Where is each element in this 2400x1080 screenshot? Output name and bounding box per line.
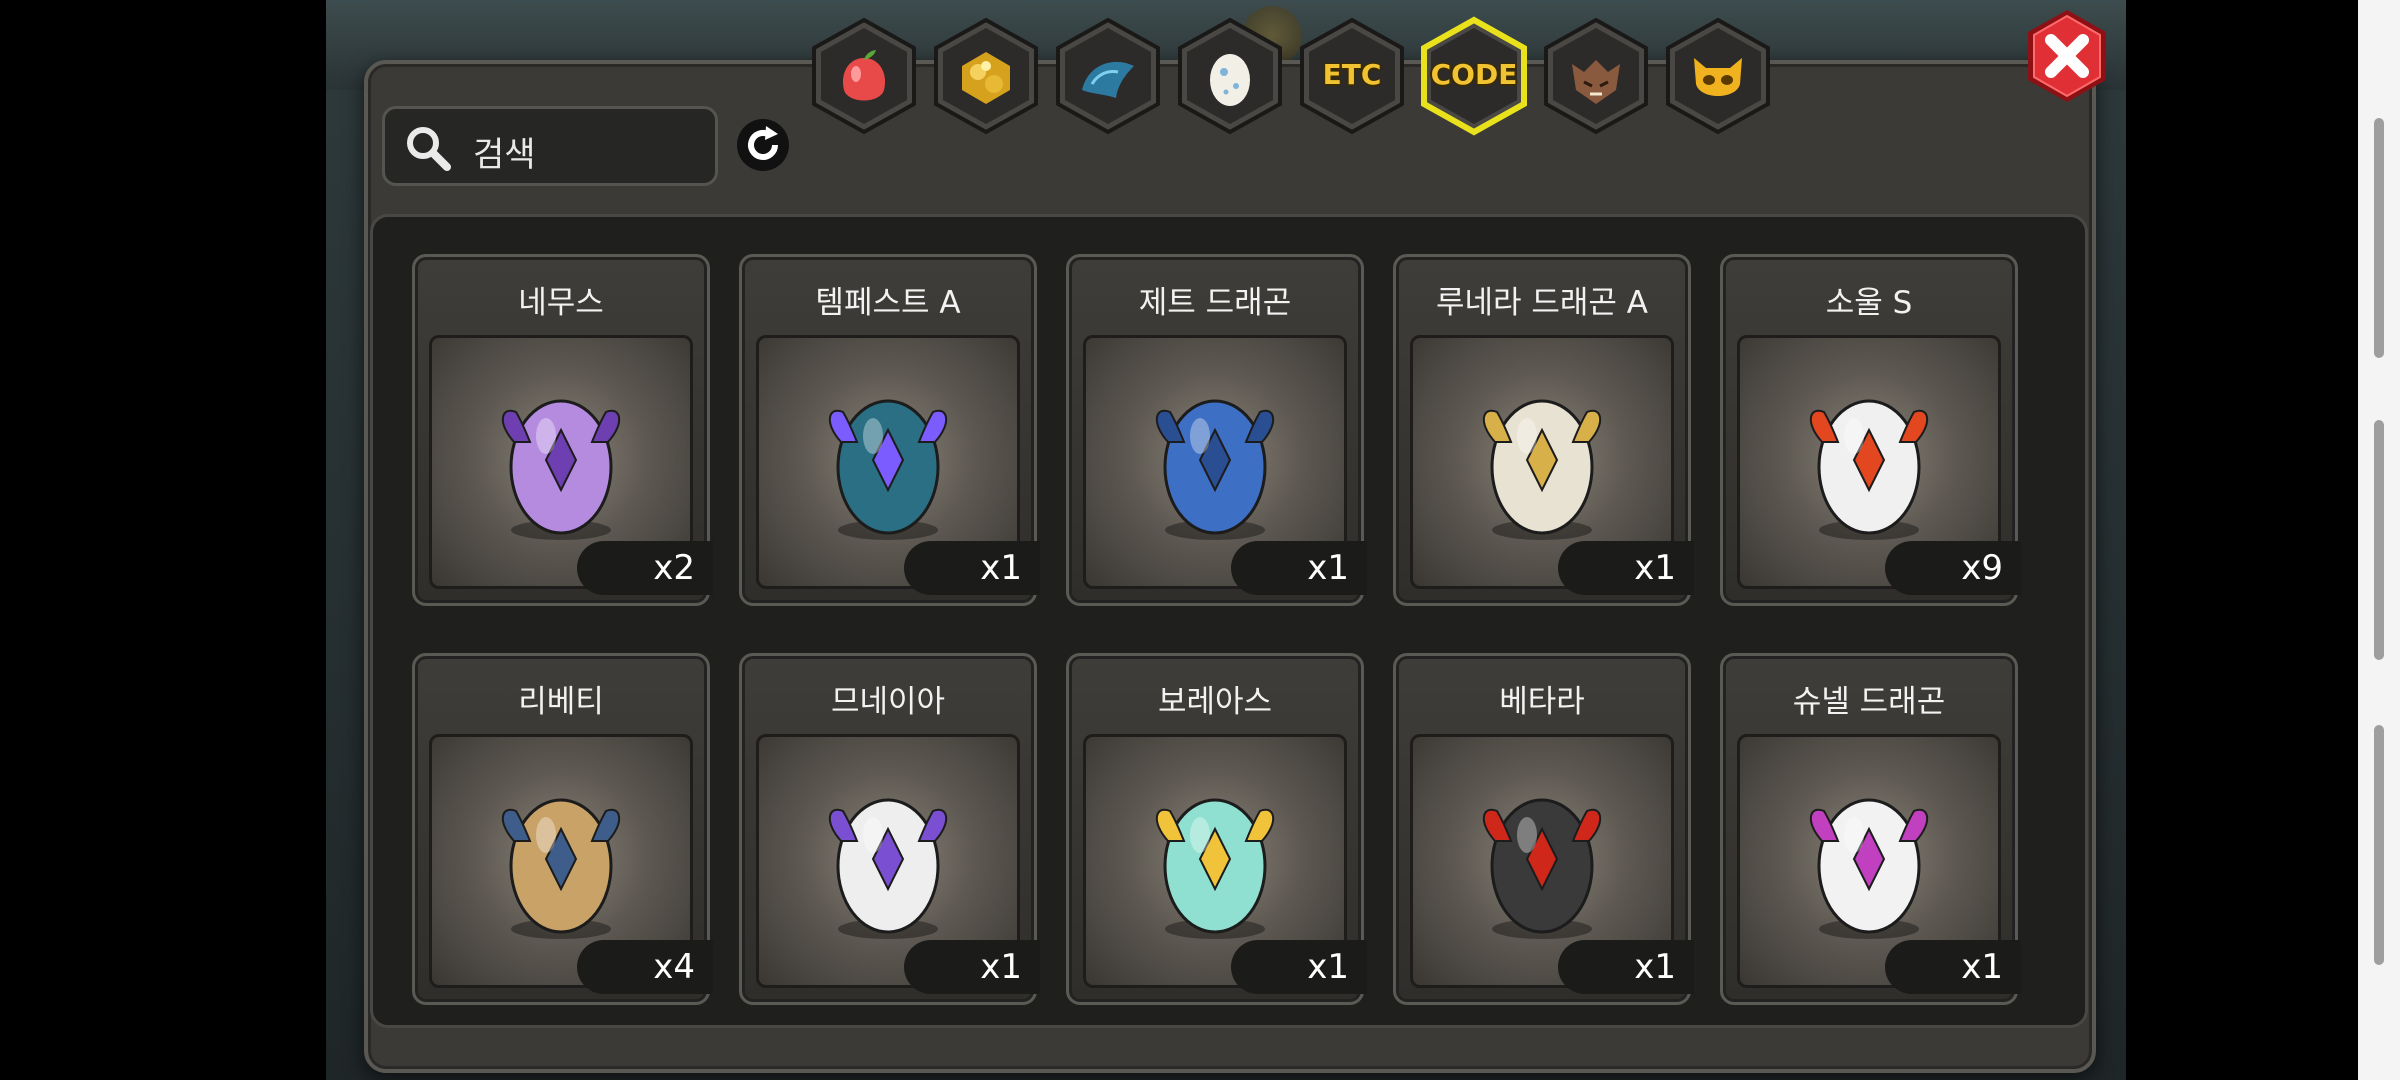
tab-scale[interactable] — [1052, 16, 1164, 136]
tab-beast[interactable] — [1540, 16, 1652, 136]
mask-icon — [1694, 58, 1742, 96]
beast-head-icon — [1572, 60, 1620, 104]
item-card[interactable]: 제트 드래곤 x1 — [1066, 254, 1367, 606]
item-card[interactable]: 템페스트 A x1 — [739, 254, 1040, 606]
fruit-icon — [842, 50, 886, 101]
search-icon — [407, 127, 451, 171]
egg-image — [1483, 399, 1601, 540]
tab-ore[interactable] — [930, 16, 1042, 136]
item-name: 므네이아 — [830, 684, 946, 720]
egg-icon — [1210, 54, 1250, 106]
egg-image — [1483, 798, 1601, 939]
item-card[interactable]: 소울 S x9 — [1720, 254, 2021, 606]
tab-etc[interactable]: ETC — [1296, 16, 1408, 136]
item-card[interactable]: 슈넬 드래곤 x1 — [1720, 653, 2021, 1005]
tab-label: CODE — [1430, 58, 1518, 91]
tab-egg[interactable] — [1174, 16, 1286, 136]
tab-label: ETC — [1322, 58, 1382, 91]
search-placeholder: 검색 — [473, 135, 536, 175]
item-count-badge: x4 — [577, 940, 713, 994]
item-name: 베타라 — [1499, 684, 1585, 720]
item-name: 제트 드래곤 — [1138, 285, 1292, 321]
item-count-badge: x1 — [1558, 940, 1694, 994]
egg-image — [1810, 798, 1928, 939]
item-count-badge: x1 — [1231, 541, 1367, 595]
item-name: 루네라 드래곤 A — [1435, 285, 1649, 321]
egg-image — [502, 399, 620, 540]
tab-code[interactable]: CODE — [1418, 16, 1530, 136]
scroll-indicator — [2374, 725, 2384, 965]
egg-image — [829, 399, 947, 540]
tab-fruit[interactable] — [808, 16, 920, 136]
dragon-scale-icon — [1082, 61, 1134, 98]
close-button[interactable] — [2022, 6, 2112, 106]
item-card[interactable]: 네무스 x2 — [412, 254, 713, 606]
item-count-badge: x9 — [1885, 541, 2021, 595]
item-card[interactable]: 므네이아 x1 — [739, 653, 1040, 1005]
item-name: 보레아스 — [1157, 684, 1273, 720]
egg-image — [502, 798, 620, 939]
item-count-badge: x2 — [577, 541, 713, 595]
item-count-badge: x1 — [904, 541, 1040, 595]
item-name: 네무스 — [518, 285, 604, 321]
item-card[interactable]: 베타라 x1 — [1393, 653, 1694, 1005]
egg-image — [829, 798, 947, 939]
search-input[interactable]: 검색 — [382, 106, 718, 186]
item-card[interactable]: 보레아스 x1 — [1066, 653, 1367, 1005]
item-name: 리베티 — [518, 684, 604, 720]
item-name: 소울 S — [1825, 285, 1913, 321]
tab-mask[interactable] — [1662, 16, 1774, 136]
item-count-badge: x1 — [1885, 940, 2021, 994]
item-count-badge: x1 — [904, 940, 1040, 994]
gold-ore-icon — [962, 52, 1010, 104]
item-name: 템페스트 A — [815, 285, 961, 321]
scroll-indicator — [2374, 420, 2384, 660]
item-card[interactable]: 루네라 드래곤 A x1 — [1393, 254, 1694, 606]
item-name: 슈넬 드래곤 — [1792, 684, 1946, 720]
egg-image — [1156, 798, 1274, 939]
egg-image — [1156, 399, 1274, 540]
item-count-badge: x1 — [1231, 940, 1367, 994]
refresh-button[interactable] — [734, 116, 792, 174]
item-count-badge: x1 — [1558, 541, 1694, 595]
item-card[interactable]: 리베티 x4 — [412, 653, 713, 1005]
scroll-indicator — [2374, 118, 2384, 358]
egg-image — [1810, 399, 1928, 540]
